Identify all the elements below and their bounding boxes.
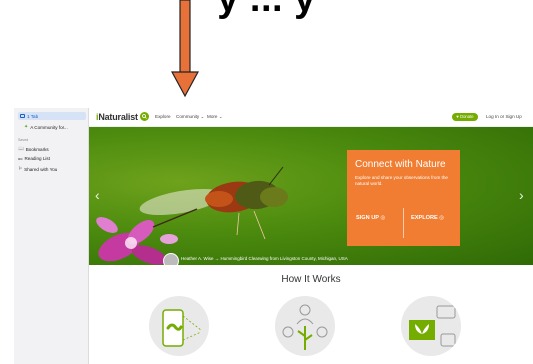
chevron-down-icon: ⌄	[200, 114, 205, 119]
hero-title: Connect with Nature	[355, 159, 446, 170]
nav-community[interactable]: Community ⌄	[176, 114, 204, 120]
search-icon	[142, 114, 147, 119]
sidebar-tab-item-label: A Community for...	[30, 124, 68, 130]
moth-photo	[96, 166, 288, 265]
people-sharing-icon	[282, 304, 328, 350]
sidebar-tabs-group[interactable]: 1 Tab	[18, 112, 86, 120]
signup-button[interactable]: SIGN UP ◎	[356, 215, 385, 221]
shared-icon: ⚐	[18, 166, 23, 171]
how-it-works-title: How It Works	[281, 274, 341, 285]
carousel-prev-icon[interactable]: ‹	[95, 187, 100, 203]
sidebar-item-bookmarks[interactable]: 📖 Bookmarks	[18, 146, 49, 152]
sidebar-item-shared-with-you[interactable]: ⚐ Shared with You	[18, 166, 57, 172]
donate-button[interactable]: ♥ Donate	[452, 113, 478, 121]
arrow-circle-icon: ◎	[380, 215, 386, 221]
phone-caterpillar-icon	[162, 309, 202, 347]
chevron-down-icon: ⌄	[218, 114, 223, 119]
hero-subtitle: Explore and share your observations from…	[355, 175, 448, 187]
search-button[interactable]	[140, 112, 149, 121]
how-step-record	[149, 296, 209, 356]
connect-card: Connect with Nature Explore and share yo…	[347, 150, 460, 246]
login-link[interactable]: Log In	[486, 114, 499, 119]
sidebar-tab-item[interactable]: ✦ A Community for...	[24, 124, 68, 130]
logo[interactable]: iNaturalist	[96, 112, 138, 122]
sidebar-saved-heading: Saved	[18, 138, 29, 142]
tabs-icon	[20, 114, 25, 118]
carousel-next-icon[interactable]: ›	[519, 187, 524, 203]
moth	[139, 166, 288, 240]
how-step-share	[275, 296, 335, 356]
nav-more[interactable]: More ⌄	[207, 114, 223, 120]
top-caption: y ... y	[0, 0, 533, 22]
nav-explore[interactable]: Explore	[155, 114, 171, 119]
reading-list-icon: oo	[18, 156, 23, 161]
photo-credit[interactable]: Heather A. Wise → Hummingbird Clearwing …	[163, 254, 463, 264]
chat-butterfly-icon	[409, 305, 456, 347]
sidebar-tabs-label: 1 Tab	[27, 113, 39, 119]
auth-links: Log In or Sign Up	[486, 114, 522, 119]
heart-icon: ♥	[456, 114, 459, 119]
sidebar-item-label: Shared with You	[24, 166, 58, 172]
bookmarks-icon: 📖	[18, 146, 24, 151]
hero-banner: ‹ › Connect with Nature Explore and shar…	[89, 127, 533, 265]
how-step-discuss	[401, 296, 461, 356]
browser-sidebar: 1 Tab ✦ A Community for... Saved 📖 Bookm…	[14, 108, 89, 364]
arrow-circle-icon: ◎	[439, 215, 445, 221]
inaturalist-page: iNaturalist Explore Community ⌄ More ⌄ ♥…	[89, 108, 533, 364]
inaturalist-favicon-icon: ✦	[24, 124, 29, 130]
cta-divider	[403, 208, 404, 238]
top-nav: iNaturalist Explore Community ⌄ More ⌄ ♥…	[89, 108, 533, 127]
explore-button[interactable]: EXPLORE ◎	[411, 215, 444, 221]
sidebar-item-label: Bookmarks	[25, 146, 49, 152]
sidebar-item-reading-list[interactable]: oo Reading List	[18, 156, 50, 161]
signup-link[interactable]: Sign Up	[505, 114, 521, 119]
sidebar-item-label: Reading List	[24, 156, 50, 161]
down-arrow-icon	[171, 0, 199, 98]
